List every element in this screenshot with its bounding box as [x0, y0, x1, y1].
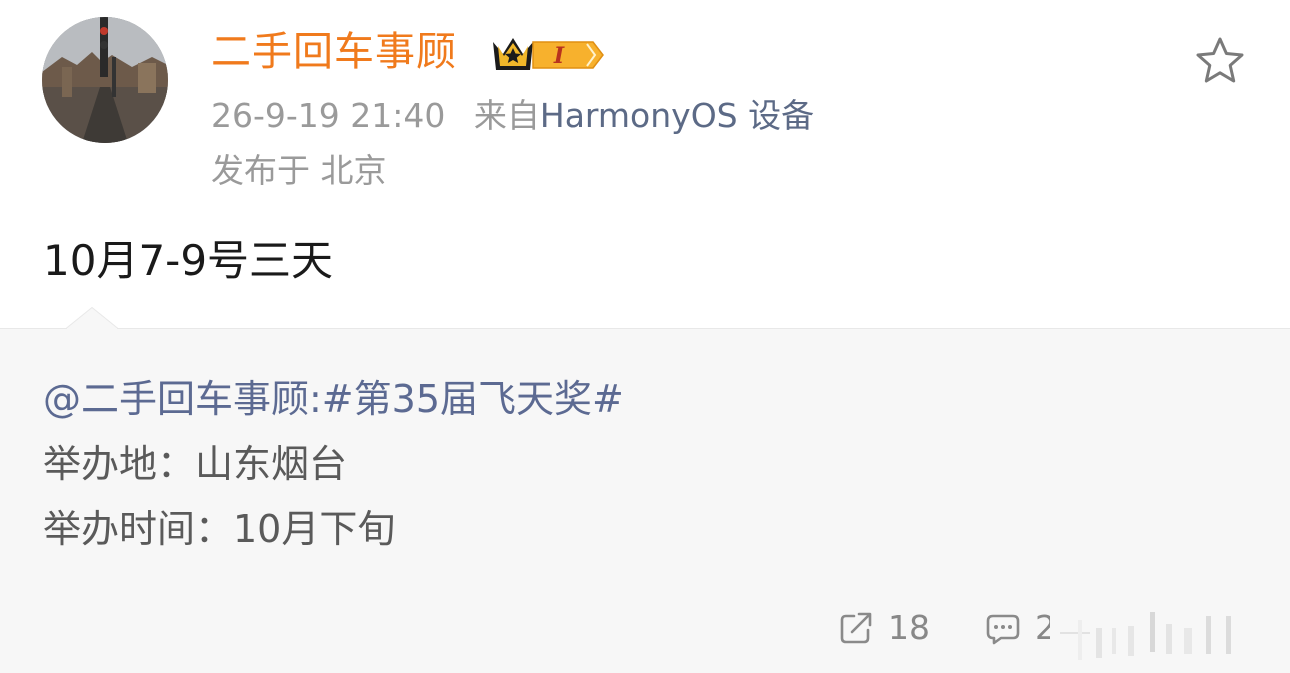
username[interactable]: 二手回车事顾: [211, 28, 457, 76]
share-icon: [840, 612, 872, 644]
source-device-link[interactable]: HarmonyOS 设备: [540, 96, 814, 135]
source-prefix: 来自: [473, 96, 540, 135]
repost-venue: 举办地：山东烟台: [43, 442, 348, 486]
post-text: 10月7-9号三天: [43, 236, 334, 285]
post-location: 发布于 北京: [211, 151, 387, 190]
crown-icon: [493, 38, 533, 70]
repost-time: 举办时间：10月下旬: [43, 507, 396, 551]
share-count: 18: [888, 608, 930, 647]
favorite-button[interactable]: [1194, 35, 1246, 87]
repost-notch: [66, 307, 118, 329]
share-button[interactable]: 18: [838, 606, 930, 650]
avatar[interactable]: [42, 17, 168, 143]
badge-level: I: [553, 43, 565, 69]
post-meta: 26-9-19 21:40 来自HarmonyOS 设备: [211, 95, 814, 137]
star-outline-icon: [1196, 37, 1244, 83]
render-artifact: [1050, 606, 1260, 660]
comment-icon: [986, 614, 1020, 645]
vip-badge[interactable]: I: [489, 32, 609, 76]
post-timestamp: 26-9-19 21:40: [211, 96, 446, 135]
comment-button[interactable]: 2: [985, 606, 1056, 650]
repost-author-topic[interactable]: @二手回车事顾:#第35届飞天奖#: [43, 375, 624, 423]
